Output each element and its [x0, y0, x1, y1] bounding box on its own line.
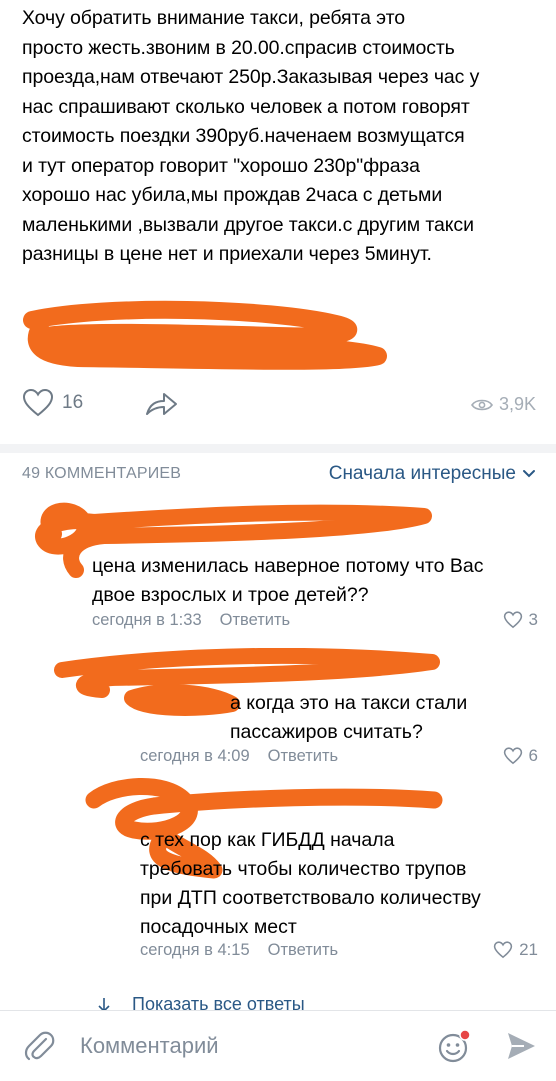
- section-divider: [0, 444, 556, 453]
- comments-count: 49 КОММЕНТАРИЕВ: [22, 465, 182, 482]
- comment-like-count: 21: [519, 940, 538, 959]
- comment-meta: сегодня в 4:15 Ответить: [140, 941, 338, 960]
- heart-icon: [503, 611, 522, 629]
- comment-timestamp: сегодня в 1:33: [92, 611, 202, 629]
- heart-icon: [503, 747, 522, 765]
- notification-dot: [459, 1029, 471, 1041]
- eye-icon: [471, 399, 493, 410]
- comment-like-button[interactable]: 6: [503, 746, 538, 766]
- comment-text: цена изменилась наверное потому что Вас …: [92, 555, 484, 606]
- comment-meta: сегодня в 4:09 Ответить: [140, 747, 338, 766]
- post-text: Хочу обратить внимание такси, ребята это…: [22, 7, 480, 265]
- comment-like-button[interactable]: 3: [503, 610, 538, 630]
- comment-meta: сегодня в 1:33 Ответить: [92, 611, 290, 630]
- heart-icon: [493, 941, 513, 959]
- comment-timestamp: сегодня в 4:09: [140, 747, 250, 765]
- views-count: 3,9K: [498, 394, 536, 414]
- send-button[interactable]: [504, 1029, 538, 1068]
- comment-text: а когда это на такси стали пассажиров сч…: [230, 692, 468, 743]
- comment-text: с тех пор как ГИБДД начала требовать что…: [140, 829, 481, 938]
- smiley-icon: [438, 1029, 471, 1063]
- like-count: 16: [62, 392, 84, 413]
- attach-button[interactable]: [22, 1029, 56, 1068]
- send-arrow-icon: [508, 1033, 535, 1059]
- emoji-button[interactable]: [436, 1029, 472, 1070]
- views-counter: 3,9K: [471, 394, 536, 415]
- redaction-scribble: [23, 300, 387, 370]
- post-actions: 16 3,9K: [0, 388, 556, 424]
- comment-input-bar: [0, 1010, 556, 1081]
- comment-timestamp: сегодня в 4:15: [140, 941, 250, 959]
- reply-button[interactable]: Ответить: [268, 941, 339, 960]
- comment-like-count: 6: [528, 746, 538, 765]
- reply-button[interactable]: Ответить: [268, 747, 339, 766]
- heart-icon: [22, 388, 54, 417]
- like-button[interactable]: 16: [22, 388, 83, 418]
- reply-button[interactable]: Ответить: [220, 611, 291, 630]
- share-arrow-icon: [146, 393, 177, 415]
- paperclip-icon: [24, 1031, 55, 1061]
- chevron-down-icon: [523, 470, 535, 478]
- sort-label: Сначала интересные: [328, 463, 516, 484]
- share-button[interactable]: [144, 390, 178, 423]
- comments-header: 49 КОММЕНТАРИЕВ Сначала интересные: [22, 463, 536, 489]
- comment-like-count: 3: [528, 610, 538, 629]
- comments-sort-dropdown[interactable]: Сначала интересные: [329, 463, 536, 485]
- comment-input[interactable]: [80, 1033, 400, 1059]
- comment-like-button[interactable]: 21: [493, 940, 538, 960]
